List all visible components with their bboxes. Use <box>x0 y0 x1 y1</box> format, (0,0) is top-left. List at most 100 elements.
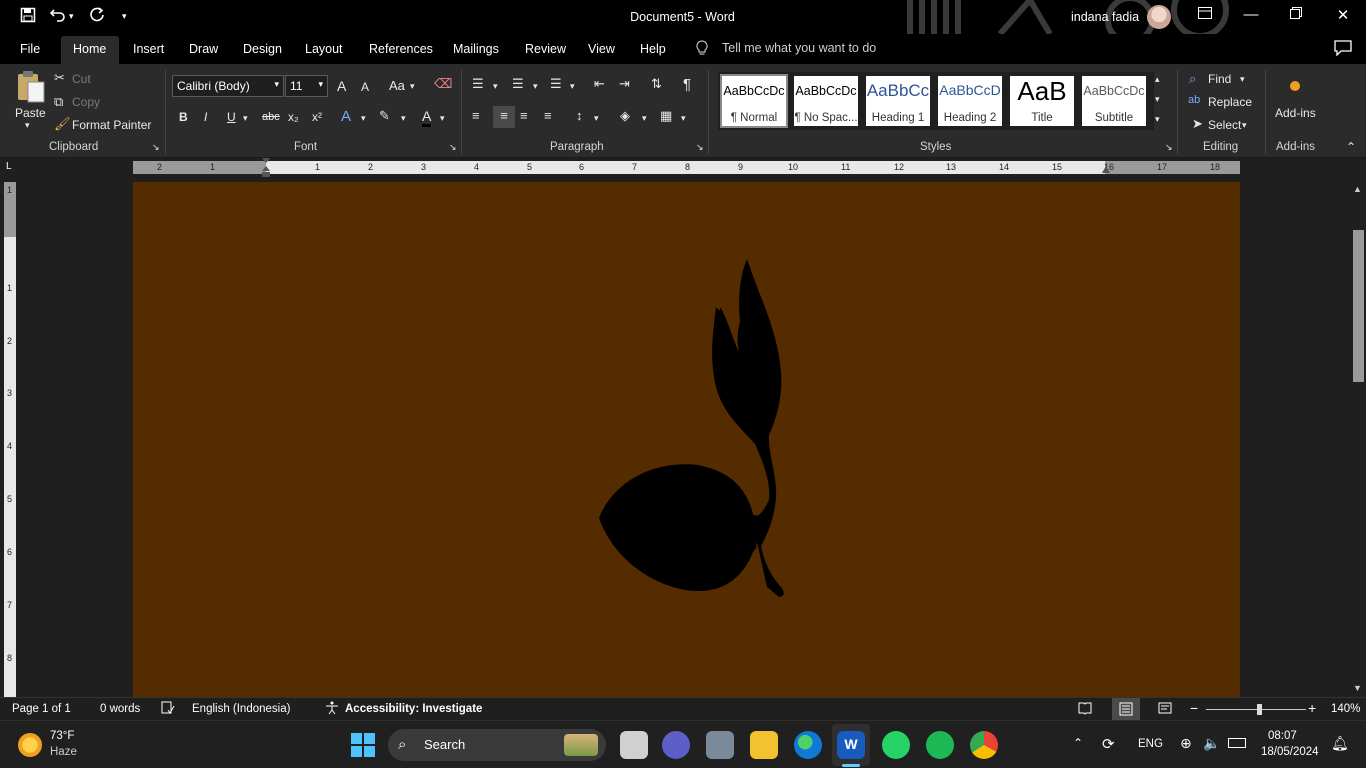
style-title[interactable]: AaB Title <box>1010 76 1074 126</box>
underline-button[interactable]: U <box>227 110 236 124</box>
redo-icon[interactable] <box>89 7 105 27</box>
tab-draw[interactable]: Draw <box>189 42 218 56</box>
clock-date[interactable]: 18/05/2024 <box>1261 746 1319 758</box>
page-count[interactable]: Page 1 of 1 <box>12 703 71 715</box>
highlight-icon[interactable]: ✎ <box>379 108 390 124</box>
shrink-font-icon[interactable]: A <box>361 80 369 94</box>
camera-icon[interactable] <box>706 731 734 759</box>
zoom-slider-thumb[interactable] <box>1257 704 1262 715</box>
align-center-icon[interactable]: ≡ <box>493 106 515 128</box>
weather-temp[interactable]: 73°F <box>50 730 74 742</box>
undo-dropdown-icon[interactable]: ▾ <box>69 11 74 22</box>
edge-icon[interactable] <box>794 731 822 759</box>
show-formatting-button[interactable]: ¶ <box>683 76 691 93</box>
web-layout-icon[interactable] <box>1158 701 1172 718</box>
add-ins-button[interactable]: Add-ins <box>1275 106 1316 120</box>
comments-icon[interactable] <box>1334 40 1352 59</box>
vertical-scrollbar[interactable]: ▲ ▼ <box>1350 182 1366 697</box>
weather-icon[interactable] <box>18 733 42 757</box>
paste-dropdown-icon[interactable]: ▾ <box>25 120 30 131</box>
network-icon[interactable]: ⊕ <box>1180 735 1192 752</box>
clear-formatting-icon[interactable]: ⌫ <box>434 76 452 92</box>
read-mode-icon[interactable] <box>1078 701 1092 718</box>
bold-button[interactable]: B <box>179 110 188 124</box>
styles-more-icon[interactable]: ▾ <box>1155 114 1160 125</box>
accessibility-icon[interactable] <box>325 701 341 718</box>
style-heading-2[interactable]: AaBbCcD Heading 2 <box>938 76 1002 126</box>
tab-design[interactable]: Design <box>243 42 282 56</box>
chevron-down-icon[interactable]: ▾ <box>361 113 366 124</box>
chevron-down-icon[interactable]: ▾ <box>440 113 445 124</box>
vertical-ruler[interactable]: 1 1 2 3 4 5 6 7 8 <box>4 182 16 697</box>
tab-review[interactable]: Review <box>525 42 566 56</box>
font-name-select[interactable]: Calibri (Body) ▾ <box>172 75 284 97</box>
strikethrough-button[interactable]: abc <box>262 111 280 123</box>
windows-start-icon[interactable] <box>351 733 375 760</box>
zoom-level[interactable]: 140% <box>1331 703 1360 715</box>
tab-insert[interactable]: Insert <box>133 42 164 56</box>
customize-quick-access-icon[interactable]: ▾ <box>122 11 127 22</box>
style-heading-1[interactable]: AaBbCc Heading 1 <box>866 76 930 126</box>
language[interactable]: English (Indonesia) <box>192 703 290 715</box>
chevron-down-icon[interactable]: ▾ <box>410 81 415 92</box>
horizontal-ruler[interactable]: 2 1 1 2 3 4 5 6 7 8 9 10 11 12 13 14 15 … <box>133 158 1240 177</box>
chevron-down-icon[interactable]: ▾ <box>401 113 406 124</box>
word-count[interactable]: 0 words <box>100 703 140 715</box>
accessibility-status[interactable]: Accessibility: Investigate <box>345 703 482 715</box>
weather-desc[interactable]: Haze <box>50 746 77 758</box>
chevron-down-icon[interactable]: ▾ <box>1240 74 1245 85</box>
font-launcher-icon[interactable]: ↘ <box>449 142 457 153</box>
font-color-button[interactable]: A <box>422 108 432 127</box>
zoom-out-button[interactable]: − <box>1190 700 1198 716</box>
tab-help[interactable]: Help <box>640 42 666 56</box>
increase-indent-icon[interactable]: ⇥ <box>619 76 630 92</box>
save-icon[interactable] <box>20 7 36 27</box>
taskbar-search[interactable]: ⌕ Search <box>388 729 606 761</box>
restore-button[interactable] <box>1281 6 1311 23</box>
bullets-icon[interactable]: ☰ <box>472 76 484 92</box>
style-no-spacing[interactable]: AaBbCcDc ¶ No Spac... <box>794 76 858 126</box>
align-left-icon[interactable]: ≡ <box>472 108 480 123</box>
chrome-icon[interactable] <box>970 731 998 759</box>
scroll-up-icon[interactable]: ▲ <box>1353 184 1362 194</box>
scrollbar-thumb[interactable] <box>1353 230 1364 382</box>
chevron-down-icon[interactable]: ▾ <box>1242 120 1247 131</box>
clock-time[interactable]: 08:07 <box>1268 730 1297 742</box>
subscript-button[interactable]: x₂ <box>288 110 299 124</box>
justify-icon[interactable]: ≡ <box>544 108 552 123</box>
decrease-indent-icon[interactable]: ⇤ <box>594 76 605 92</box>
cut-button[interactable]: Cut <box>72 72 91 86</box>
text-effects-icon[interactable]: A <box>341 108 351 125</box>
sort-icon[interactable]: ⇅ <box>651 76 662 92</box>
chevron-down-icon[interactable]: ▾ <box>243 113 248 124</box>
collapse-ribbon-icon[interactable]: ⌃ <box>1346 140 1356 154</box>
chevron-down-icon[interactable]: ▾ <box>533 81 538 92</box>
style-normal[interactable]: AaBbCcDc ¶ Normal <box>720 74 788 128</box>
change-case-button[interactable]: Aa <box>389 78 405 93</box>
chevron-down-icon[interactable]: ▾ <box>594 113 599 124</box>
whatsapp-icon[interactable] <box>882 731 910 759</box>
superscript-button[interactable]: x² <box>312 110 322 124</box>
proofing-icon[interactable] <box>161 701 175 718</box>
shading-icon[interactable]: ◈ <box>620 108 630 124</box>
paste-button[interactable]: Paste <box>15 106 46 120</box>
tab-mailings[interactable]: Mailings <box>453 42 499 56</box>
tab-view[interactable]: View <box>588 42 615 56</box>
paragraph-launcher-icon[interactable]: ↘ <box>696 142 704 153</box>
styles-scroll-up-icon[interactable]: ▴ <box>1155 74 1160 85</box>
align-right-icon[interactable]: ≡ <box>520 108 528 123</box>
tell-me-search[interactable]: Tell me what you want to do <box>722 41 876 55</box>
file-explorer-icon[interactable] <box>750 731 778 759</box>
style-subtitle[interactable]: AaBbCcDc Subtitle <box>1082 76 1146 126</box>
right-indent-marker-icon[interactable] <box>1101 166 1111 174</box>
copy-button[interactable]: Copy <box>72 95 100 109</box>
line-spacing-icon[interactable]: ↕ <box>576 108 583 123</box>
italic-button[interactable]: I <box>204 110 207 124</box>
paste-icon[interactable] <box>16 70 46 107</box>
ribbon-display-options-icon[interactable] <box>1190 6 1220 23</box>
select-button[interactable]: Select <box>1208 118 1241 132</box>
tab-selector-icon[interactable]: L <box>6 161 12 172</box>
leaf-bud-shape[interactable] <box>133 182 1240 697</box>
language-indicator[interactable]: ENG <box>1138 738 1163 750</box>
word-icon[interactable]: W <box>837 731 865 759</box>
